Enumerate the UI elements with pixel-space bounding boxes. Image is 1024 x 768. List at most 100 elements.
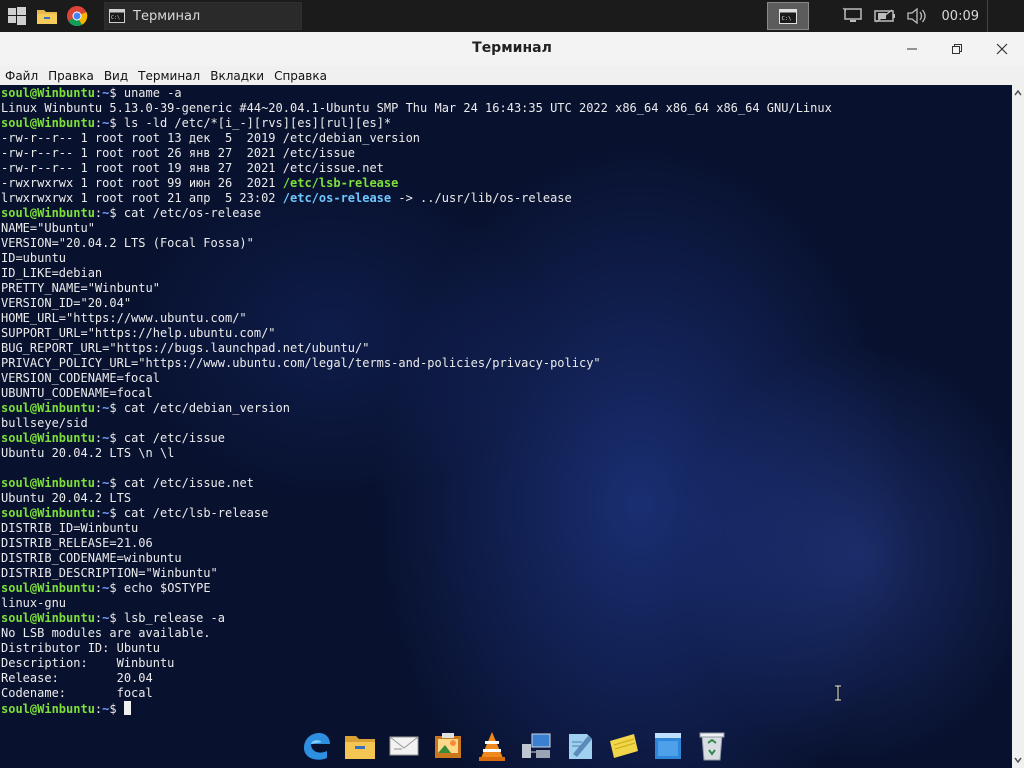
volume-icon[interactable] bbox=[906, 6, 928, 26]
output-line: DISTRIB_RELEASE=21.06 bbox=[1, 536, 153, 550]
output-line: DISTRIB_DESCRIPTION="Winbuntu" bbox=[1, 566, 218, 580]
menu-help[interactable]: Справка bbox=[269, 69, 332, 83]
show-desktop-button[interactable] bbox=[994, 0, 1024, 32]
text-editor-icon[interactable] bbox=[560, 726, 600, 766]
windows-start-icon[interactable] bbox=[4, 3, 30, 29]
command-text: ls -ld /etc/*[i_-][rvs][es][rul][es]* bbox=[123, 116, 392, 130]
menu-tabs[interactable]: Вкладки bbox=[205, 69, 269, 83]
battery-icon[interactable] bbox=[873, 6, 896, 26]
close-button[interactable] bbox=[979, 32, 1024, 65]
prompt-user: soul@Winbuntu bbox=[1, 581, 95, 595]
prompt-symbol: $ bbox=[109, 116, 124, 130]
command-text: uname -a bbox=[123, 86, 182, 100]
prompt-user: soul@Winbuntu bbox=[1, 506, 95, 520]
command-text: cat /etc/issue bbox=[123, 431, 225, 445]
menu-bar: Файл Правка Вид Терминал Вкладки Справка bbox=[0, 66, 1024, 85]
restore-icon bbox=[951, 43, 962, 54]
output-line: -rwxrwxrwx 1 root root 99 июн 26 2021 /e… bbox=[1, 176, 832, 191]
recycle-bin-icon[interactable] bbox=[692, 726, 732, 766]
output-line: -rw-r--r-- 1 root root 13 дек 5 2019 /et… bbox=[1, 131, 421, 145]
command-text: lsb_release -a bbox=[123, 611, 225, 625]
output-line: VERSION="20.04.2 LTS (Focal Fossa)" bbox=[1, 236, 254, 250]
menu-edit[interactable]: Правка bbox=[43, 69, 99, 83]
command-text: cat /etc/lsb-release bbox=[123, 506, 269, 520]
terminal-app-icon: C:\ bbox=[779, 8, 797, 24]
output-line: UBUNTU_CODENAME=focal bbox=[1, 386, 153, 400]
clock[interactable]: 00:09 bbox=[942, 9, 979, 24]
prompt-line: soul@Winbuntu:~$ cat /etc/debian_version bbox=[1, 401, 832, 416]
ls-filename: /etc/lsb-release bbox=[282, 176, 399, 190]
prompt-symbol: $ bbox=[109, 702, 124, 716]
terminal-output: soul@Winbuntu:~$ uname -a Linux Winbuntu … bbox=[1, 86, 832, 716]
taskbar-terminal-task[interactable]: C:\ Терминал bbox=[104, 2, 302, 30]
restore-button[interactable] bbox=[934, 32, 979, 65]
prompt-line: soul@Winbuntu:~$ cat /etc/os-release bbox=[1, 206, 832, 221]
prompt-line: soul@Winbuntu:~$ cat /etc/lsb-release bbox=[1, 506, 832, 521]
output-line: Description: Winbuntu bbox=[1, 656, 175, 670]
ls-meta: lrwxrwxrwx 1 root root 21 апр 5 23:02 bbox=[1, 191, 283, 205]
output-line: bullseye/sid bbox=[1, 416, 88, 430]
prompt-symbol: $ bbox=[109, 476, 124, 490]
output-line: PRIVACY_POLICY_URL="https://www.ubuntu.c… bbox=[1, 356, 601, 370]
output-line: VERSION_CODENAME=focal bbox=[1, 371, 160, 385]
file-manager-icon[interactable] bbox=[34, 3, 60, 29]
output-line: -rw-r--r-- 1 root root 19 янв 27 2021 /e… bbox=[1, 161, 384, 175]
prompt-user: soul@Winbuntu bbox=[1, 206, 95, 220]
menu-terminal[interactable]: Терминал bbox=[133, 69, 205, 83]
prompt-line: soul@Winbuntu:~$ lsb_release -a bbox=[1, 611, 832, 626]
prompt-line: soul@Winbuntu:~$ uname -a bbox=[1, 86, 832, 101]
output-line: ID_LIKE=debian bbox=[1, 266, 103, 280]
notes-icon[interactable] bbox=[604, 726, 644, 766]
prompt-line: soul@Winbuntu:~$ cat /etc/issue.net bbox=[1, 476, 832, 491]
show-desktop-terminal-button[interactable]: C:\ bbox=[767, 2, 809, 30]
output-line: VERSION_ID="20.04" bbox=[1, 296, 132, 310]
prompt-symbol: $ bbox=[109, 431, 124, 445]
minimize-icon bbox=[906, 48, 917, 49]
prompt-symbol: $ bbox=[109, 86, 124, 100]
ls-link-target: -> ../usr/lib/os-release bbox=[391, 191, 572, 205]
window-title: Терминал bbox=[472, 40, 552, 56]
chrome-icon[interactable] bbox=[64, 3, 90, 29]
output-line: DISTRIB_ID=Winbuntu bbox=[1, 521, 139, 535]
terminal-cursor bbox=[123, 701, 131, 715]
output-line: HOME_URL="https://www.ubuntu.com/" bbox=[1, 311, 247, 325]
prompt-user: soul@Winbuntu bbox=[1, 611, 95, 625]
window-app-icon[interactable] bbox=[648, 726, 688, 766]
system-tray: 00:09 bbox=[842, 0, 1024, 32]
ls-meta: -rwxrwxrwx 1 root root 99 июн 26 2021 bbox=[1, 176, 283, 190]
scroll-up-icon[interactable] bbox=[1014, 88, 1022, 98]
mail-icon[interactable] bbox=[384, 726, 424, 766]
network-icon[interactable] bbox=[842, 6, 864, 26]
edge-icon[interactable] bbox=[296, 726, 336, 766]
prompt-line: soul@Winbuntu:~$ cat /etc/issue bbox=[1, 431, 832, 446]
scroll-down-icon[interactable] bbox=[1014, 755, 1022, 765]
prompt-symbol: $ bbox=[109, 506, 124, 520]
menu-view[interactable]: Вид bbox=[99, 69, 133, 83]
menu-file[interactable]: Файл bbox=[0, 69, 43, 83]
output-line: Distributor ID: Ubuntu bbox=[1, 641, 160, 655]
command-text: cat /etc/debian_version bbox=[123, 401, 291, 415]
image-viewer-icon[interactable] bbox=[428, 726, 468, 766]
prompt-line: soul@Winbuntu:~$ echo $OSTYPE bbox=[1, 581, 832, 596]
vlc-icon[interactable] bbox=[472, 726, 512, 766]
minimize-button[interactable] bbox=[889, 32, 934, 65]
prompt-symbol: $ bbox=[109, 611, 124, 625]
command-text: cat /etc/os-release bbox=[123, 206, 262, 220]
folder-icon[interactable] bbox=[340, 726, 380, 766]
output-line: lrwxrwxrwx 1 root root 21 апр 5 23:02 /e… bbox=[1, 191, 832, 206]
prompt-user: soul@Winbuntu bbox=[1, 431, 95, 445]
window-titlebar[interactable]: Терминал bbox=[0, 32, 1024, 67]
output-line: Release: 20.04 bbox=[1, 671, 153, 685]
prompt-user: soul@Winbuntu bbox=[1, 702, 95, 716]
output-line: NAME="Ubuntu" bbox=[1, 221, 95, 235]
prompt-user: soul@Winbuntu bbox=[1, 476, 95, 490]
terminal-scrollbar[interactable] bbox=[1012, 85, 1024, 768]
terminal-app-icon: C:\ bbox=[109, 9, 125, 23]
terminal-area[interactable]: soul@Winbuntu:~$ uname -a Linux Winbuntu … bbox=[0, 85, 1012, 768]
close-icon bbox=[996, 43, 1007, 54]
output-line: SUPPORT_URL="https://help.ubuntu.com/" bbox=[1, 326, 276, 340]
command-text: cat /etc/issue.net bbox=[123, 476, 254, 490]
output-line: Ubuntu 20.04.2 LTS \n \l bbox=[1, 446, 175, 460]
network-computer-icon[interactable] bbox=[516, 726, 556, 766]
dock bbox=[296, 726, 736, 766]
